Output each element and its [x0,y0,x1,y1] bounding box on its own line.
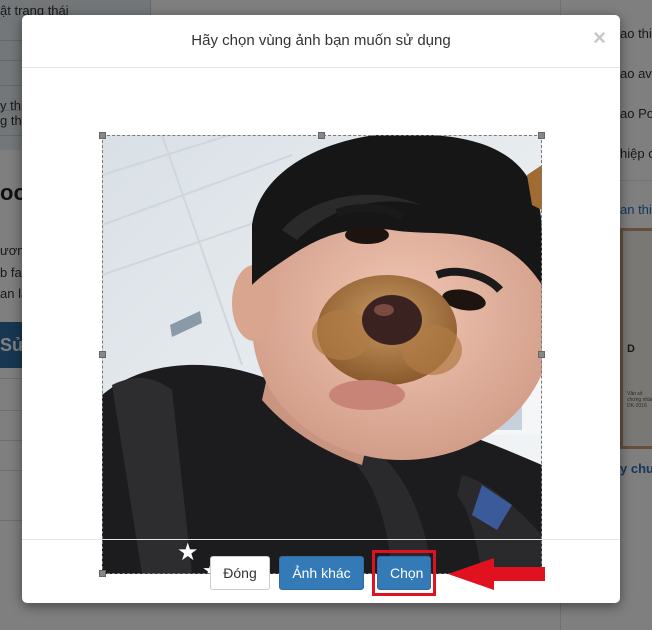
crop-handle-top[interactable] [318,132,325,139]
choose-button[interactable]: Chọn [377,556,431,590]
crop-handle-top-right[interactable] [538,132,545,139]
close-button[interactable]: Đóng [210,556,270,590]
crop-selection-frame[interactable] [99,132,545,577]
modal-title: Hãy chọn vùng ảnh bạn muốn sử dụng [191,32,451,49]
red-arrow-left-icon [448,558,545,590]
modal-header: Hãy chọn vùng ảnh bạn muốn sử dụng × [22,15,620,68]
close-icon[interactable]: × [593,27,606,49]
crop-image-modal: Hãy chọn vùng ảnh bạn muốn sử dụng × ★ Đ… [22,15,620,603]
crop-handle-left[interactable] [99,351,106,358]
modal-body: ★ ★ [22,68,620,577]
other-image-button[interactable]: Ảnh khác [279,556,364,590]
crop-handle-right[interactable] [538,351,545,358]
crop-handle-top-left[interactable] [99,132,106,139]
